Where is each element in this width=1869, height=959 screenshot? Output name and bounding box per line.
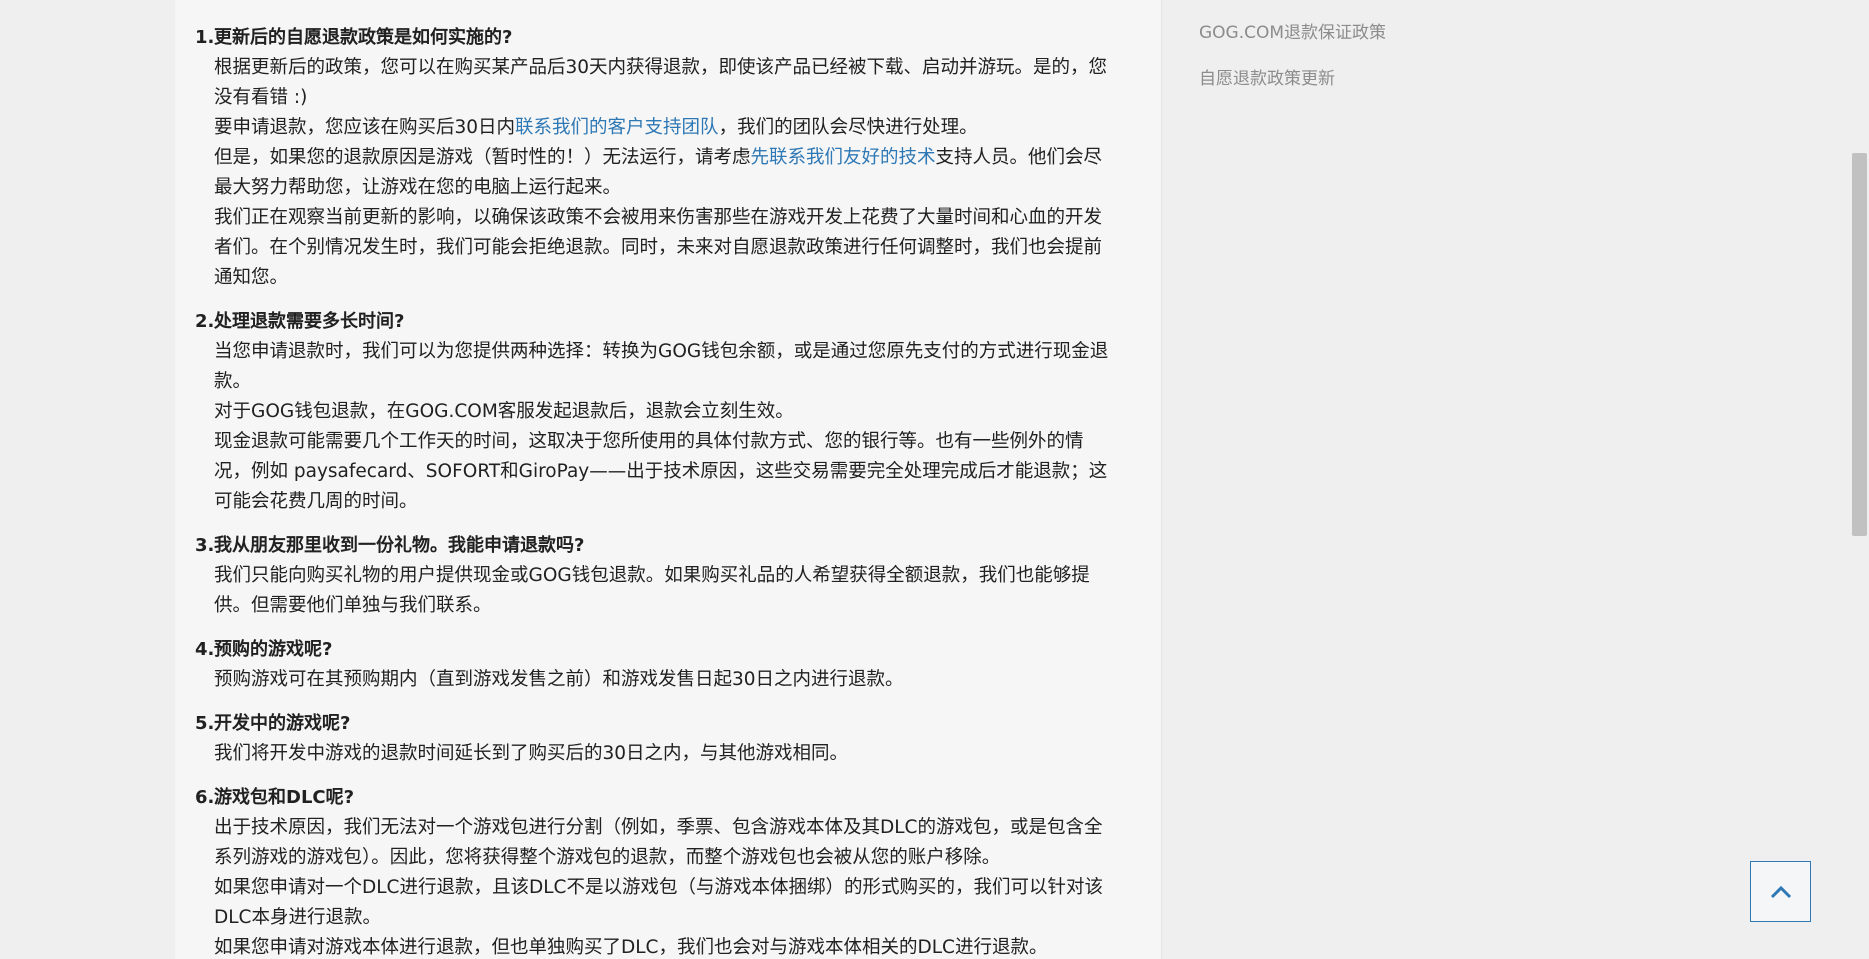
faq-item: 6. 游戏包和DLC呢? 出于技术原因，我们无法对一个游戏包进行分割（例如，季票、包… [195,783,1117,959]
answer-text: 但是，如果您的退款原因是游戏（暂时性的！）无法运行，请考虑 [214,147,751,168]
sidebar-link-guarantee-policy[interactable]: GOG.COM退款保证政策 [1199,22,1386,44]
answer-text: ，我们的团队会尽快进行处理。 [718,117,978,138]
answer-text: 预购游戏可在其预购期内（直到游戏发售之前）和游戏发售日起30日之内进行退款。 [214,669,904,690]
scrollbar-thumb[interactable] [1852,153,1867,536]
faq-answer-paragraph: 我们只能向购买礼物的用户提供现金或GOG钱包退款。如果购买礼品的人希望获得全额退… [214,561,1117,621]
faq-number: 5. [195,713,215,734]
faq-answer-paragraph: 出于技术原因，我们无法对一个游戏包进行分割（例如，季票、包含游戏本体及其DLC的… [214,813,1117,873]
vertical-scrollbar[interactable] [1850,0,1869,959]
answer-text: 出于技术原因，我们无法对一个游戏包进行分割（例如，季票、包含游戏本体及其DLC的… [214,817,1103,868]
answer-link[interactable]: 联系我们的客户支持团队 [515,117,719,138]
faq-answer-paragraph: 如果您申请对游戏本体进行退款，但也单独购买了DLC，我们也会对与游戏本体相关的D… [214,933,1117,959]
scroll-to-top-button[interactable] [1750,861,1811,922]
answer-text: 我们将开发中游戏的退款时间延长到了购买后的30日之内，与其他游戏相同。 [214,743,849,764]
main-content-panel: 1. 更新后的自愿退款政策是如何实施的? 根据更新后的政策，您可以在购买某产品后30… [175,0,1162,959]
faq-answer-paragraph: 预购游戏可在其预购期内（直到游戏发售之前）和游戏发售日起30日之内进行退款。 [214,665,1117,695]
faq-number: 6. [195,787,215,808]
answer-text: 我们只能向购买礼物的用户提供现金或GOG钱包退款。如果购买礼品的人希望获得全额退… [214,565,1090,616]
faq-answer-paragraph: 根据更新后的政策，您可以在购买某产品后30天内获得退款，即使该产品已经被下载、启… [214,53,1117,113]
faq-answer-paragraph: 对于GOG钱包退款，在GOG.COM客服发起退款后，退款会立刻生效。 [214,397,1117,427]
faq-question: 我从朋友那里收到一份礼物。我能申请退款吗? [214,535,585,556]
faq-question: 处理退款需要多长时间? [214,311,405,332]
faq-question: 预购的游戏呢? [214,639,333,660]
faq-answer-paragraph: 但是，如果您的退款原因是游戏（暂时性的！）无法运行，请考虑先联系我们友好的技术支… [214,143,1117,203]
faq-answer-paragraph: 当您申请退款时，我们可以为您提供两种选择：转换为GOG钱包余额，或是通过您原先支… [214,337,1117,397]
faq-answer-paragraph: 要申请退款，您应该在购买后30日内联系我们的客户支持团队，我们的团队会尽快进行处… [214,113,1117,143]
faq-question: 开发中的游戏呢? [214,713,351,734]
answer-text: 我们正在观察当前更新的影响，以确保该政策不会被用来伤害那些在游戏开发上花费了大量… [214,207,1103,288]
faq-question: 游戏包和DLC呢? [214,787,355,808]
faq-answer-paragraph: 如果您申请对一个DLC进行退款，且该DLC不是以游戏包（与游戏本体捆绑）的形式购… [214,873,1117,933]
answer-text: 要申请退款，您应该在购买后30日内 [214,117,516,138]
chevron-up-icon [1770,885,1791,898]
faq-item: 5. 开发中的游戏呢? 我们将开发中游戏的退款时间延长到了购买后的30日之内，与其他… [195,709,1117,769]
faq-item: 1. 更新后的自愿退款政策是如何实施的? 根据更新后的政策，您可以在购买某产品后30… [195,23,1117,293]
answer-text: 如果您申请对游戏本体进行退款，但也单独购买了DLC，我们也会对与游戏本体相关的D… [214,937,1048,958]
faq-number: 4. [195,639,215,660]
answer-text: 当您申请退款时，我们可以为您提供两种选择：转换为GOG钱包余额，或是通过您原先支… [214,341,1109,392]
answer-text: 现金退款可能需要几个工作天的时间，这取决于您所使用的具体付款方式、您的银行等。也… [214,431,1108,512]
faq-answer-paragraph: 我们将开发中游戏的退款时间延长到了购买后的30日之内，与其他游戏相同。 [214,739,1117,769]
faq-item: 2. 处理退款需要多长时间? 当您申请退款时，我们可以为您提供两种选择：转换为GOG… [195,307,1117,517]
faq-question: 更新后的自愿退款政策是如何实施的? [214,27,513,48]
faq-item: 3. 我从朋友那里收到一份礼物。我能申请退款吗? 我们只能向购买礼物的用户提供现金或… [195,531,1117,621]
faq-number: 2. [195,311,215,332]
faq-item: 4. 预购的游戏呢? 预购游戏可在其预购期内（直到游戏发售之前）和游戏发售日起30日… [195,635,1117,695]
faq-number: 3. [195,535,215,556]
answer-text: 根据更新后的政策，您可以在购买某产品后30天内获得退款，即使该产品已经被下载、启… [214,57,1108,108]
answer-text: 如果您申请对一个DLC进行退款，且该DLC不是以游戏包（与游戏本体捆绑）的形式购… [214,877,1103,928]
faq-answer-paragraph: 我们正在观察当前更新的影响，以确保该政策不会被用来伤害那些在游戏开发上花费了大量… [214,203,1117,293]
sidebar-nav: GOG.COM退款保证政策 自愿退款政策更新 [1199,22,1386,114]
faq-number: 1. [195,27,215,48]
faq-answer-paragraph: 现金退款可能需要几个工作天的时间，这取决于您所使用的具体付款方式、您的银行等。也… [214,427,1117,517]
faq-list: 1. 更新后的自愿退款政策是如何实施的? 根据更新后的政策，您可以在购买某产品后30… [195,23,1117,959]
sidebar-link-refund-update[interactable]: 自愿退款政策更新 [1199,68,1386,90]
answer-text: 对于GOG钱包退款，在GOG.COM客服发起退款后，退款会立刻生效。 [214,401,794,422]
answer-link[interactable]: 先联系我们友好的技术 [751,147,936,168]
